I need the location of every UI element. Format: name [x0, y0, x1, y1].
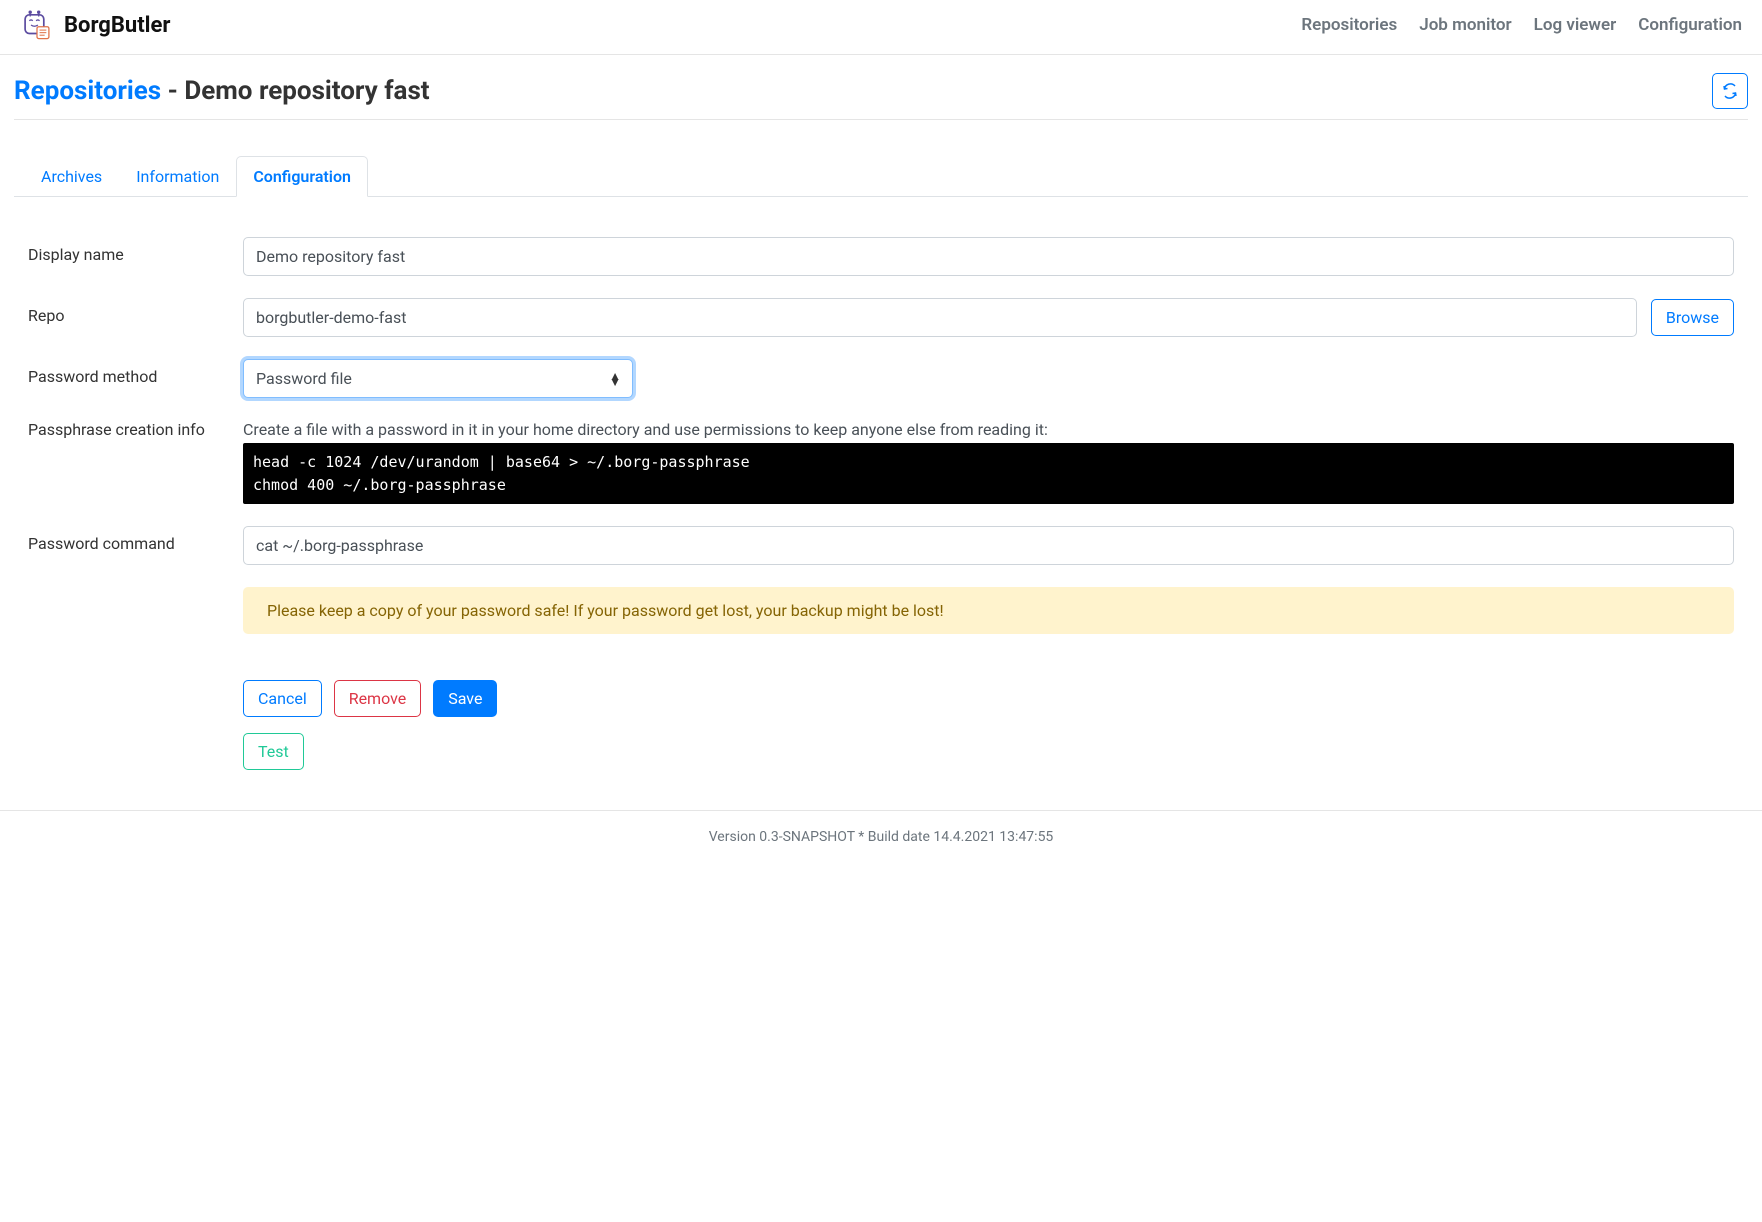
tab-information[interactable]: Information	[119, 156, 236, 197]
input-display-name[interactable]	[243, 237, 1734, 276]
input-password-command[interactable]	[243, 526, 1734, 565]
nav-repositories[interactable]: Repositories	[1301, 15, 1397, 35]
row-password-method: Password method Password file ▲▼	[28, 359, 1748, 398]
tab-configuration[interactable]: Configuration	[236, 156, 368, 197]
nav-log-viewer[interactable]: Log viewer	[1534, 15, 1617, 35]
page-header: Repositories - Demo repository fast	[14, 73, 1748, 120]
row-buttons: Cancel Remove Save Test	[28, 656, 1748, 770]
browse-button[interactable]: Browse	[1651, 299, 1734, 336]
passphrase-hint: Create a file with a password in it in y…	[243, 420, 1734, 439]
navbar: BorgButler Repositories Job monitor Log …	[0, 0, 1762, 55]
brand-name: BorgButler	[64, 13, 170, 38]
breadcrumb-repositories[interactable]: Repositories	[14, 76, 161, 106]
label-password-method: Password method	[28, 359, 243, 386]
row-repo: Repo Browse	[28, 298, 1748, 337]
page-title: Repositories - Demo repository fast	[14, 76, 430, 106]
footer-version: Version 0.3-SNAPSHOT * Build date 14.4.2…	[0, 810, 1762, 875]
refresh-icon	[1722, 83, 1738, 99]
nav-configuration[interactable]: Configuration	[1638, 15, 1742, 35]
breadcrumb-current: Demo repository fast	[184, 76, 429, 106]
passphrase-code: head -c 1024 /dev/urandom | base64 > ~/.…	[243, 443, 1734, 504]
nav-job-monitor[interactable]: Job monitor	[1419, 15, 1511, 35]
label-password-command: Password command	[28, 526, 243, 553]
label-repo: Repo	[28, 298, 243, 325]
row-warning: Please keep a copy of your password safe…	[28, 587, 1748, 634]
tab-archives[interactable]: Archives	[24, 156, 119, 197]
row-password-command: Password command	[28, 526, 1748, 565]
logo-icon	[20, 8, 54, 42]
tabs: Archives Information Configuration	[14, 156, 1748, 197]
password-warning: Please keep a copy of your password safe…	[243, 587, 1734, 634]
label-passphrase-info: Passphrase creation info	[28, 420, 243, 439]
brand[interactable]: BorgButler	[20, 8, 170, 42]
cancel-button[interactable]: Cancel	[243, 680, 322, 717]
remove-button[interactable]: Remove	[334, 680, 422, 717]
breadcrumb-sep: -	[161, 76, 184, 106]
input-repo[interactable]	[243, 298, 1637, 337]
form-area: Display name Repo Browse Password method…	[14, 197, 1748, 770]
save-button[interactable]: Save	[433, 680, 497, 717]
label-display-name: Display name	[28, 237, 243, 264]
refresh-button[interactable]	[1712, 73, 1748, 109]
nav-links: Repositories Job monitor Log viewer Conf…	[1301, 15, 1742, 35]
row-display-name: Display name	[28, 237, 1748, 276]
row-passphrase-info: Passphrase creation info Create a file w…	[28, 420, 1748, 504]
select-password-method[interactable]: Password file	[243, 359, 633, 398]
test-button[interactable]: Test	[243, 733, 304, 770]
